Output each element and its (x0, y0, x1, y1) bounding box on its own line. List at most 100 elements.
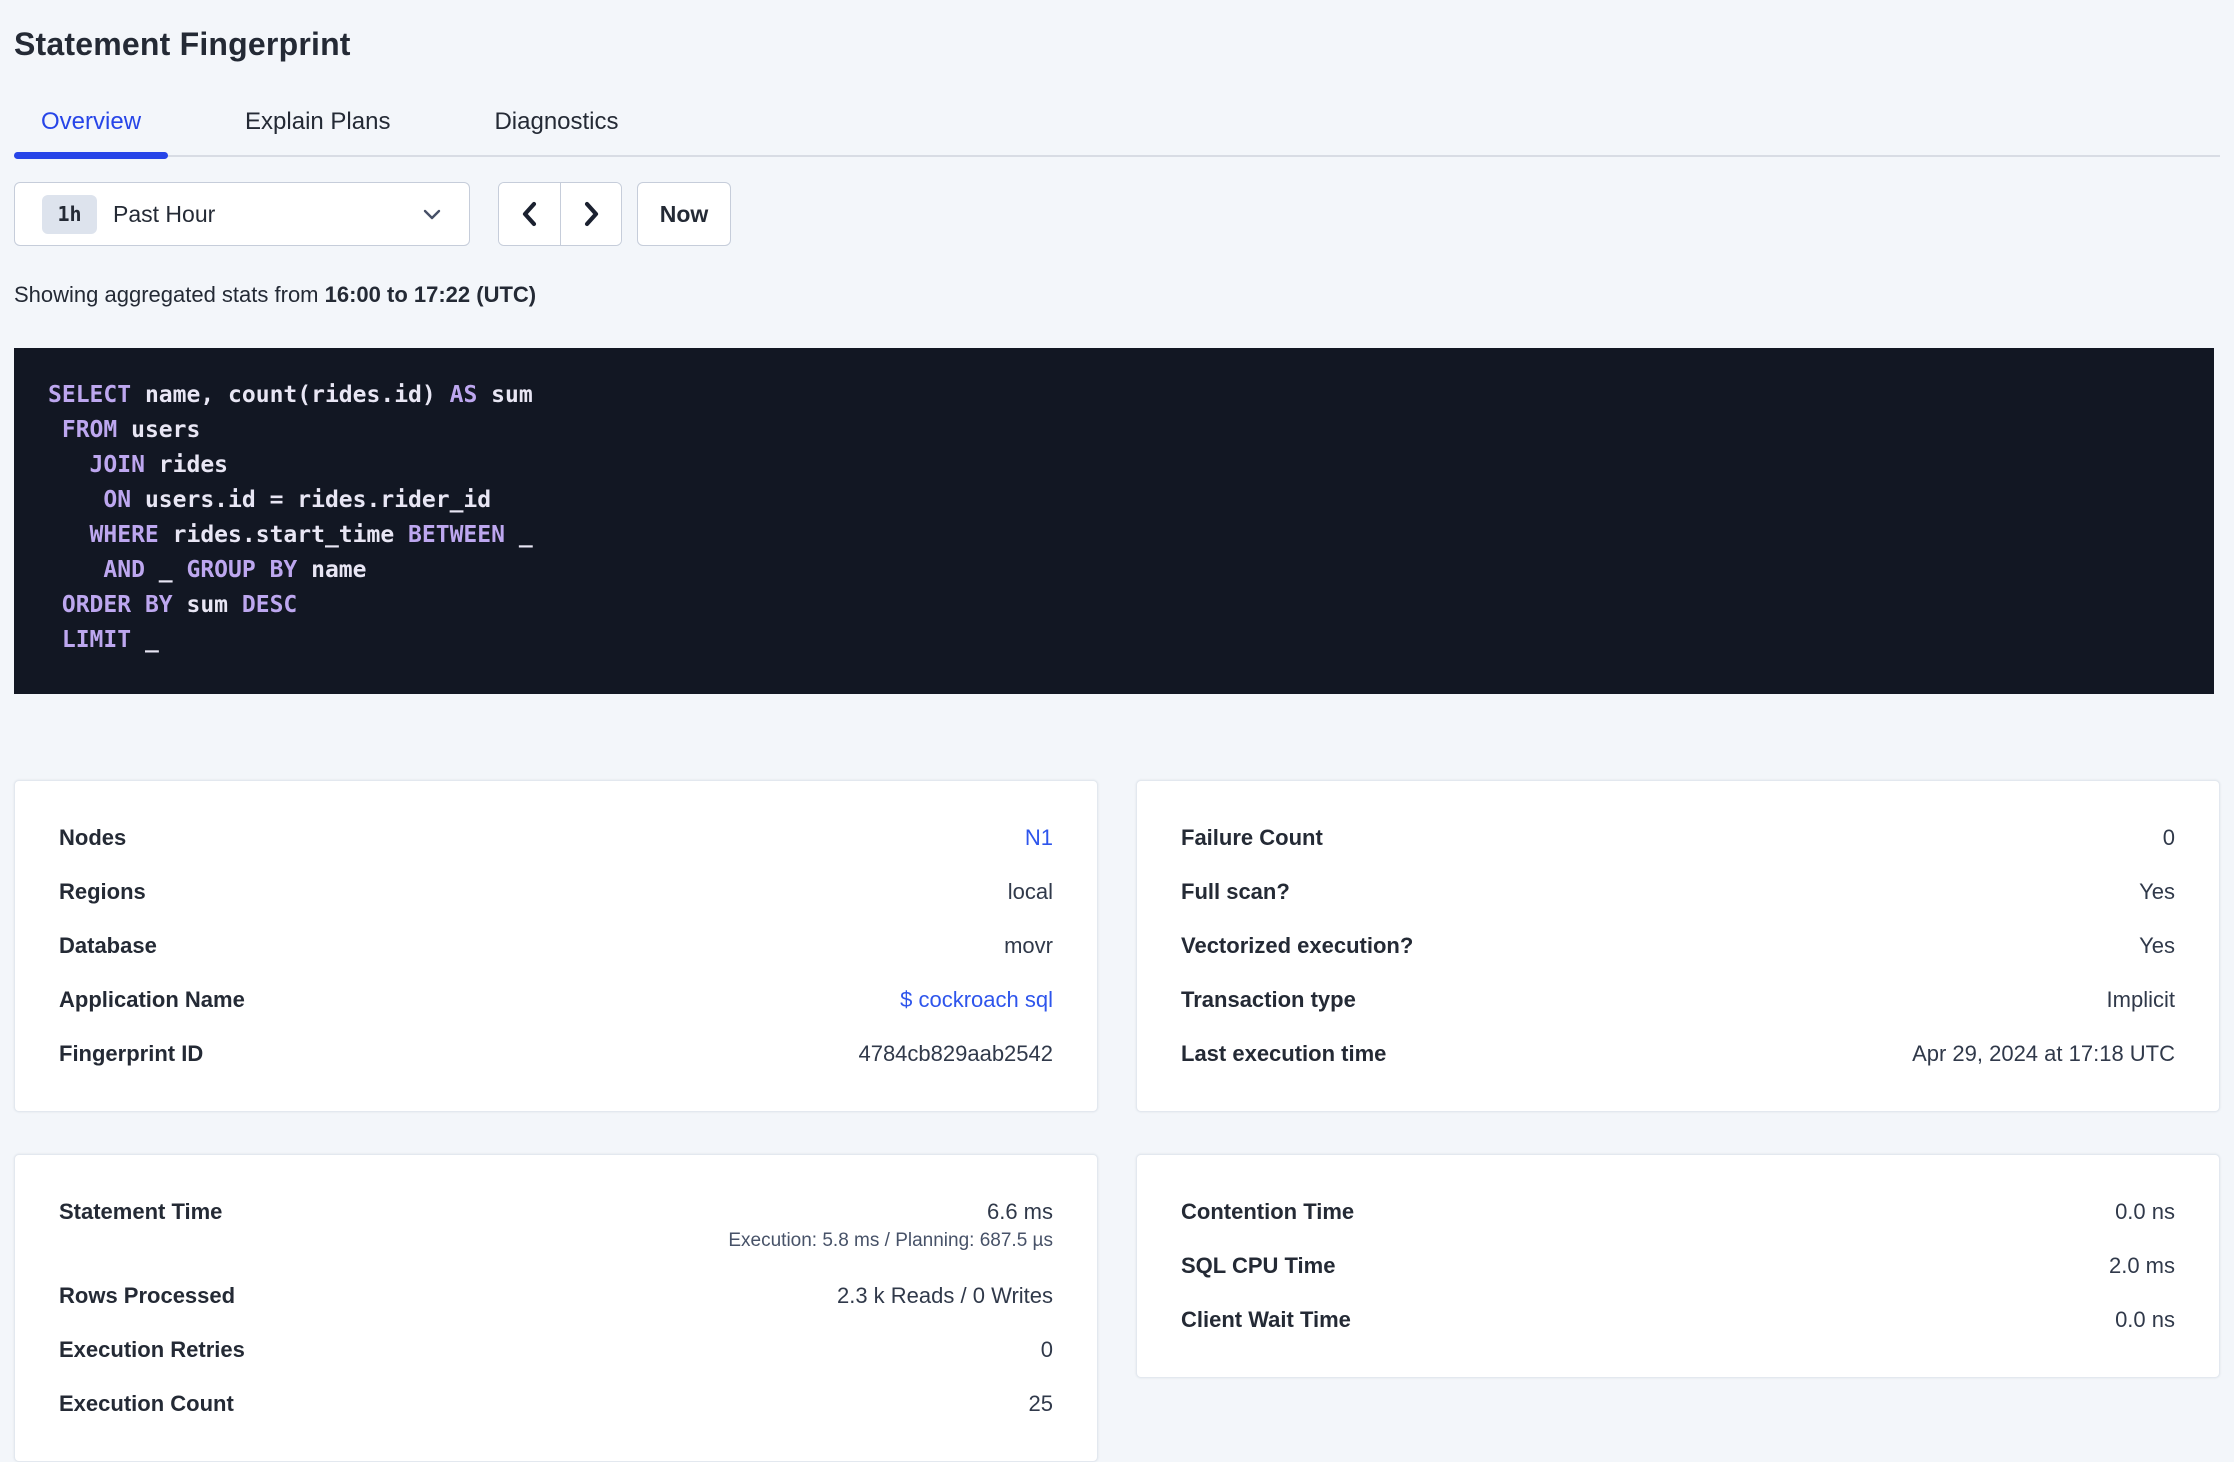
sql-line: SELECT name, count(rides.id) AS sum (48, 378, 2180, 413)
info-value: Yes (2139, 879, 2175, 904)
info-row: Statement Time 6.6 ms Execution: 5.8 ms / … (59, 1185, 1053, 1269)
info-value: 2.0 ms (2108, 1253, 2175, 1278)
sql-text: _ (131, 627, 159, 653)
info-row: Last execution time Apr 29, 2024 at 17:18… (1181, 1027, 2175, 1081)
sql-keyword: ON (103, 487, 132, 513)
info-value: Implicit (2106, 987, 2175, 1012)
info-value-block: $ cockroach sql (900, 986, 1053, 1014)
sql-text: name (297, 557, 367, 583)
prev-time-button[interactable] (499, 183, 560, 245)
info-label: Fingerprint ID (59, 1041, 204, 1066)
sql-keyword: WHERE (89, 522, 159, 548)
sql-keyword: SELECT (48, 382, 132, 408)
info-value-block: movr (1004, 932, 1053, 960)
summary-cards: Nodes N1 Regions local Database movr Applicati… (14, 780, 2220, 1462)
info-value-block: 0 (2163, 824, 2175, 852)
info-row: Database movr (59, 919, 1053, 973)
info-subvalue: Execution: 5.8 ms / Planning: 687.5 µs (728, 1230, 1053, 1251)
info-label: Database (59, 933, 157, 958)
sql-line: WHERE rides.start_time BETWEEN _ (48, 518, 2180, 553)
tab-overview[interactable]: Overview (14, 94, 169, 159)
info-value: local (1007, 879, 1053, 904)
sql-line: LIMIT _ (48, 623, 2180, 658)
info-value-block: N1 (1025, 824, 1053, 852)
info-label: Client Wait Time (1181, 1307, 1351, 1332)
page-title: Statement Fingerprint (14, 26, 351, 62)
info-value-block: Implicit (2107, 986, 2175, 1014)
info-row: Execution Retries 0 (59, 1323, 1053, 1377)
info-value-block: Yes (2139, 932, 2175, 960)
sql-text: rides (144, 452, 229, 478)
sql-line: JOIN rides (48, 448, 2180, 483)
time-range-badge: 1h (42, 194, 97, 234)
info-value-link[interactable]: N1 (1025, 825, 1053, 850)
info-row: Application Name $ cockroach sql (59, 973, 1053, 1027)
time-step-group (498, 182, 622, 246)
statement-fingerprint-page: Statement Fingerprint Overview Explain P… (0, 0, 2234, 1462)
info-value-block: 25 (1029, 1390, 1053, 1418)
sql-keyword: DESC (241, 592, 298, 618)
info-value: movr (1004, 933, 1053, 958)
info-label: Execution Count (59, 1391, 234, 1416)
info-value-link[interactable]: $ cockroach sql (900, 987, 1053, 1012)
info-value: 0 (1040, 1337, 1053, 1362)
info-row: Nodes N1 (59, 811, 1053, 865)
info-value-block: Apr 29, 2024 at 17:18 UTC (1912, 1040, 2175, 1068)
info-value-block: 6.6 ms Execution: 5.8 ms / Planning: 687.… (728, 1198, 1053, 1256)
next-time-button[interactable] (560, 183, 621, 245)
info-value-block: 0.0 ns (2115, 1198, 2175, 1226)
tab-explain-plans[interactable]: Explain Plans (218, 94, 417, 155)
info-value: 25 (1028, 1391, 1053, 1416)
info-value: 0 (2162, 825, 2175, 850)
time-range-label: Past Hour (113, 200, 216, 227)
info-label: Rows Processed (59, 1283, 236, 1308)
time-range-dropdown[interactable]: 1h Past Hour (14, 182, 470, 246)
info-row: Full scan? Yes (1181, 865, 2175, 919)
sql-keyword: JOIN (89, 452, 145, 478)
now-button[interactable]: Now (637, 182, 731, 246)
info-row: Execution Count 25 (59, 1377, 1053, 1431)
info-label: Contention Time (1181, 1199, 1355, 1224)
info-value: Apr 29, 2024 at 17:18 UTC (1912, 1041, 2175, 1066)
card-time-statistics: Contention Time 0.0 ns SQL CPU Time 2.0 ms C… (1136, 1154, 2220, 1378)
info-row: Fingerprint ID 4784cb829aab2542 (59, 1027, 1053, 1081)
stats-caption-prefix: Showing aggregated stats from (14, 282, 325, 307)
tab-diagnostics[interactable]: Diagnostics (467, 94, 645, 155)
sql-keyword: GROUP BY (186, 557, 298, 583)
info-value: 0.0 ns (2115, 1199, 2175, 1224)
info-row: Failure Count 0 (1181, 811, 2175, 865)
stats-caption-range: 16:00 to 17:22 (UTC) (324, 282, 537, 307)
info-label: Application Name (59, 987, 245, 1012)
info-label: Nodes (59, 825, 127, 850)
info-value-block: Yes (2139, 878, 2175, 906)
sql-text: rides.start_time (158, 522, 409, 548)
info-value-block: 2.0 ms (2109, 1252, 2175, 1280)
chevron-down-icon (419, 201, 445, 227)
info-label: Execution Retries (59, 1337, 245, 1362)
card-execution-attributes: Failure Count 0 Full scan? Yes Vectorized ex… (1136, 780, 2220, 1112)
time-controls: 1h Past Hour Now (14, 182, 2220, 246)
chevron-right-icon (577, 198, 605, 230)
sql-text: _ (504, 522, 533, 548)
stats-caption: Showing aggregated stats from 16:00 to 1… (14, 282, 2220, 308)
sql-line: AND _ GROUP BY name (48, 553, 2180, 588)
sql-text: users.id = rides.rider_id (131, 487, 492, 513)
sql-keyword: AS (449, 382, 478, 408)
info-row: Vectorized execution? Yes (1181, 919, 2175, 973)
sql-keyword: AND (103, 557, 145, 583)
info-label: Regions (59, 879, 146, 904)
info-row: Client Wait Time 0.0 ns (1181, 1293, 2175, 1347)
info-value-block: 2.3 k Reads / 0 Writes (837, 1282, 1053, 1310)
card-statement-details: Nodes N1 Regions local Database movr Applicati… (14, 780, 1098, 1112)
info-label: Failure Count (1181, 825, 1323, 850)
sql-text: sum (172, 592, 242, 618)
sql-keyword: LIMIT (61, 627, 132, 653)
info-label: Statement Time (59, 1199, 223, 1224)
card-statement-statistics: Statement Time 6.6 ms Execution: 5.8 ms / … (14, 1154, 1098, 1462)
info-row: Contention Time 0.0 ns (1181, 1185, 2175, 1239)
sql-statement-box: SELECT name, count(rides.id) AS sum FROM… (14, 348, 2214, 694)
